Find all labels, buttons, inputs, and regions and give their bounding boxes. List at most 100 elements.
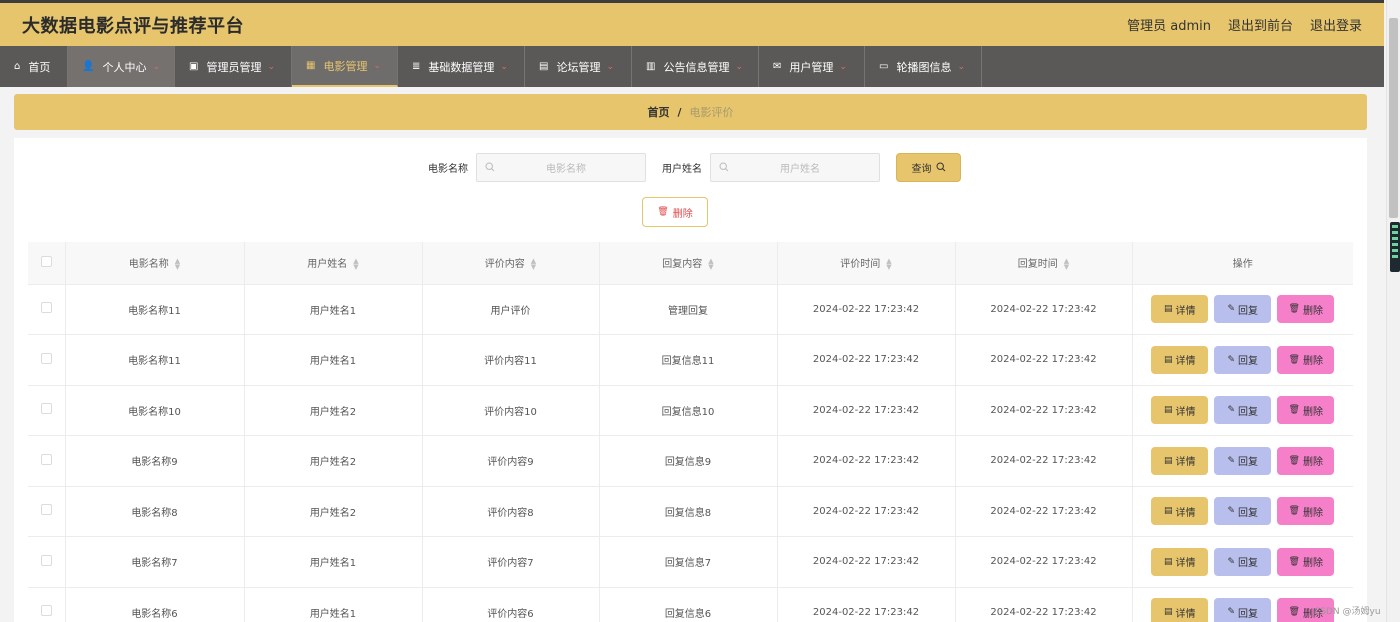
delete-button[interactable]: 🗑 删除: [1277, 547, 1335, 576]
row-checkbox[interactable]: [40, 352, 52, 364]
nav-item-1[interactable]: 👤 个人中心 ⌄: [68, 46, 175, 87]
sort-icon[interactable]: ▲ ▼: [353, 258, 358, 271]
reply-button[interactable]: ✎ 回复: [1214, 396, 1272, 425]
page-scrollbar[interactable]: [1386, 0, 1400, 622]
table-row: 电影名称11 用户姓名1 评价内容11 回复信息11 2024-02-22 17:23:…: [28, 334, 1353, 386]
reply-button[interactable]: ✎ 回复: [1214, 446, 1272, 475]
row-select-cell: [28, 587, 66, 622]
document-icon: ▤: [1163, 607, 1173, 618]
table-row: 电影名称10 用户姓名2 评价内容10 回复信息10 2024-02-22 17:23:…: [28, 385, 1353, 436]
cell-review-time: 2024-02-22 17:23:42: [777, 385, 956, 436]
reply-label: 回复: [1238, 608, 1259, 620]
sort-icon[interactable]: ▲ ▼: [708, 258, 713, 271]
chevron-down-icon: ⌄: [839, 61, 847, 72]
movie-name-input[interactable]: 电影名称: [476, 152, 646, 182]
row-select-cell: [28, 536, 66, 588]
delete-button[interactable]: 🗑 删除: [1277, 345, 1335, 374]
reply-button[interactable]: ✎ 回复: [1214, 295, 1272, 324]
column-header-3[interactable]: 回复内容 ▲ ▼: [599, 242, 778, 285]
cell-review: 评价内容6: [422, 587, 600, 622]
sort-icon[interactable]: ▲ ▼: [175, 258, 180, 271]
edit-icon: ✎: [1227, 607, 1236, 618]
nav-item-6[interactable]: ▥ 公告信息管理 ⌄: [632, 46, 759, 87]
reply-button[interactable]: ✎ 回复: [1214, 345, 1272, 374]
detail-button[interactable]: ▤ 详情: [1151, 345, 1209, 374]
logout-link[interactable]: 退出登录: [1310, 15, 1362, 34]
cell-user: 用户姓名1: [244, 284, 423, 335]
detail-button[interactable]: ▤ 详情: [1151, 598, 1209, 622]
edit-icon: ✎: [1227, 556, 1236, 567]
batch-delete-label: 删除: [672, 208, 693, 220]
row-actions: ▤ 详情 ✎ 回复 🗑 删除: [1133, 295, 1354, 324]
document-icon: ▤: [1163, 304, 1173, 315]
row-checkbox[interactable]: [40, 605, 52, 617]
nav-item-label: 基础数据管理: [428, 60, 495, 74]
nav-item-8[interactable]: ▭ 轮播图信息 ⌄: [865, 46, 982, 87]
select-all-checkbox[interactable]: [40, 255, 52, 267]
column-header-0[interactable]: 电影名称 ▲ ▼: [65, 242, 245, 285]
sort-icon[interactable]: ▲ ▼: [1064, 258, 1069, 271]
column-header-2[interactable]: 评价内容 ▲ ▼: [422, 242, 600, 285]
side-widget: [1390, 222, 1400, 272]
table-row: 电影名称6 用户姓名1 评价内容6 回复信息6 2024-02-22 17:23:42 2…: [28, 587, 1353, 622]
row-checkbox[interactable]: [40, 403, 52, 415]
delete-button[interactable]: 🗑 删除: [1277, 396, 1335, 425]
nav-item-label: 个人中心: [102, 60, 147, 74]
detail-button[interactable]: ▤ 详情: [1151, 497, 1209, 526]
column-header-label: 电影名称: [128, 259, 169, 271]
cell-user: 用户姓名2: [244, 486, 423, 537]
row-select-cell: [28, 334, 66, 386]
trash-icon: 🗑: [1288, 506, 1300, 517]
cell-review-time: 2024-02-22 17:23:42: [777, 587, 956, 622]
reply-button[interactable]: ✎ 回复: [1214, 497, 1272, 526]
row-checkbox[interactable]: [40, 554, 52, 566]
detail-label: 详情: [1175, 305, 1196, 317]
delete-label: 删除: [1302, 558, 1323, 570]
user-name-input[interactable]: 用户姓名: [710, 152, 880, 182]
nav-item-3[interactable]: ▦ 电影管理 ⌄: [292, 46, 398, 87]
grid-icon: ▦: [306, 59, 316, 71]
cell-reply: 回复信息6: [599, 587, 778, 622]
query-button[interactable]: 查询: [896, 152, 961, 182]
row-actions: ▤ 详情 ✎ 回复 🗑 删除: [1133, 547, 1354, 576]
detail-button[interactable]: ▤ 详情: [1151, 547, 1209, 576]
batch-delete-button[interactable]: 🗑 删除: [642, 197, 708, 227]
breadcrumb: 首页 / 电影评价: [14, 94, 1367, 130]
row-checkbox[interactable]: [40, 453, 52, 465]
delete-button[interactable]: 🗑 删除: [1277, 497, 1335, 526]
document-icon: ▤: [1163, 455, 1173, 466]
cell-movie: 电影名称8: [65, 486, 245, 537]
row-checkbox[interactable]: [40, 302, 52, 314]
detail-button[interactable]: ▤ 详情: [1151, 396, 1209, 425]
reply-label: 回复: [1238, 558, 1259, 570]
column-header-1[interactable]: 用户姓名 ▲ ▼: [244, 242, 423, 285]
nav-item-2[interactable]: ▣ 管理员管理 ⌄: [175, 46, 292, 87]
back-to-front-link[interactable]: 退出到前台: [1228, 15, 1293, 34]
trash-icon: 🗑: [1288, 607, 1300, 618]
sort-icon[interactable]: ▲ ▼: [531, 258, 536, 271]
nav-item-4[interactable]: ≣ 基础数据管理 ⌄: [398, 46, 525, 87]
nav-item-5[interactable]: ▤ 论坛管理 ⌄: [525, 46, 632, 87]
column-header-4[interactable]: 评价时间 ▲ ▼: [777, 242, 956, 285]
detail-button[interactable]: ▤ 详情: [1151, 295, 1209, 324]
row-checkbox[interactable]: [40, 504, 52, 516]
delete-button[interactable]: 🗑 删除: [1277, 446, 1335, 475]
trash-icon: 🗑: [1288, 354, 1300, 365]
user-name-placeholder: 用户姓名: [780, 163, 820, 175]
trash-icon: 🗑: [657, 207, 669, 217]
row-actions: ▤ 详情 ✎ 回复 🗑 删除: [1133, 396, 1354, 425]
scrollbar-thumb[interactable]: [1389, 18, 1398, 218]
reply-button[interactable]: ✎ 回复: [1214, 598, 1272, 622]
cell-reply-time: 2024-02-22 17:23:42: [955, 536, 1133, 588]
reply-button[interactable]: ✎ 回复: [1214, 547, 1272, 576]
delete-button[interactable]: 🗑 删除: [1277, 295, 1335, 324]
nav-item-0[interactable]: ⌂ 首页: [0, 46, 68, 87]
cell-reply: 回复信息11: [599, 334, 778, 386]
sort-icon[interactable]: ▲ ▼: [886, 258, 891, 271]
nav-item-7[interactable]: ✉ 用户管理 ⌄: [759, 46, 865, 87]
table-header-row: 电影名称 ▲ ▼ 用户姓名 ▲ ▼ 评价内容 ▲ ▼ 回复内容 ▲ ▼ 评价时间 ▲ ▼ 回复时间 ▲ ▼ 操作: [28, 242, 1353, 285]
breadcrumb-home[interactable]: 首页: [647, 104, 669, 120]
column-header-5[interactable]: 回复时间 ▲ ▼: [955, 242, 1133, 285]
document-icon: ▤: [1163, 506, 1173, 517]
detail-button[interactable]: ▤ 详情: [1151, 446, 1209, 475]
